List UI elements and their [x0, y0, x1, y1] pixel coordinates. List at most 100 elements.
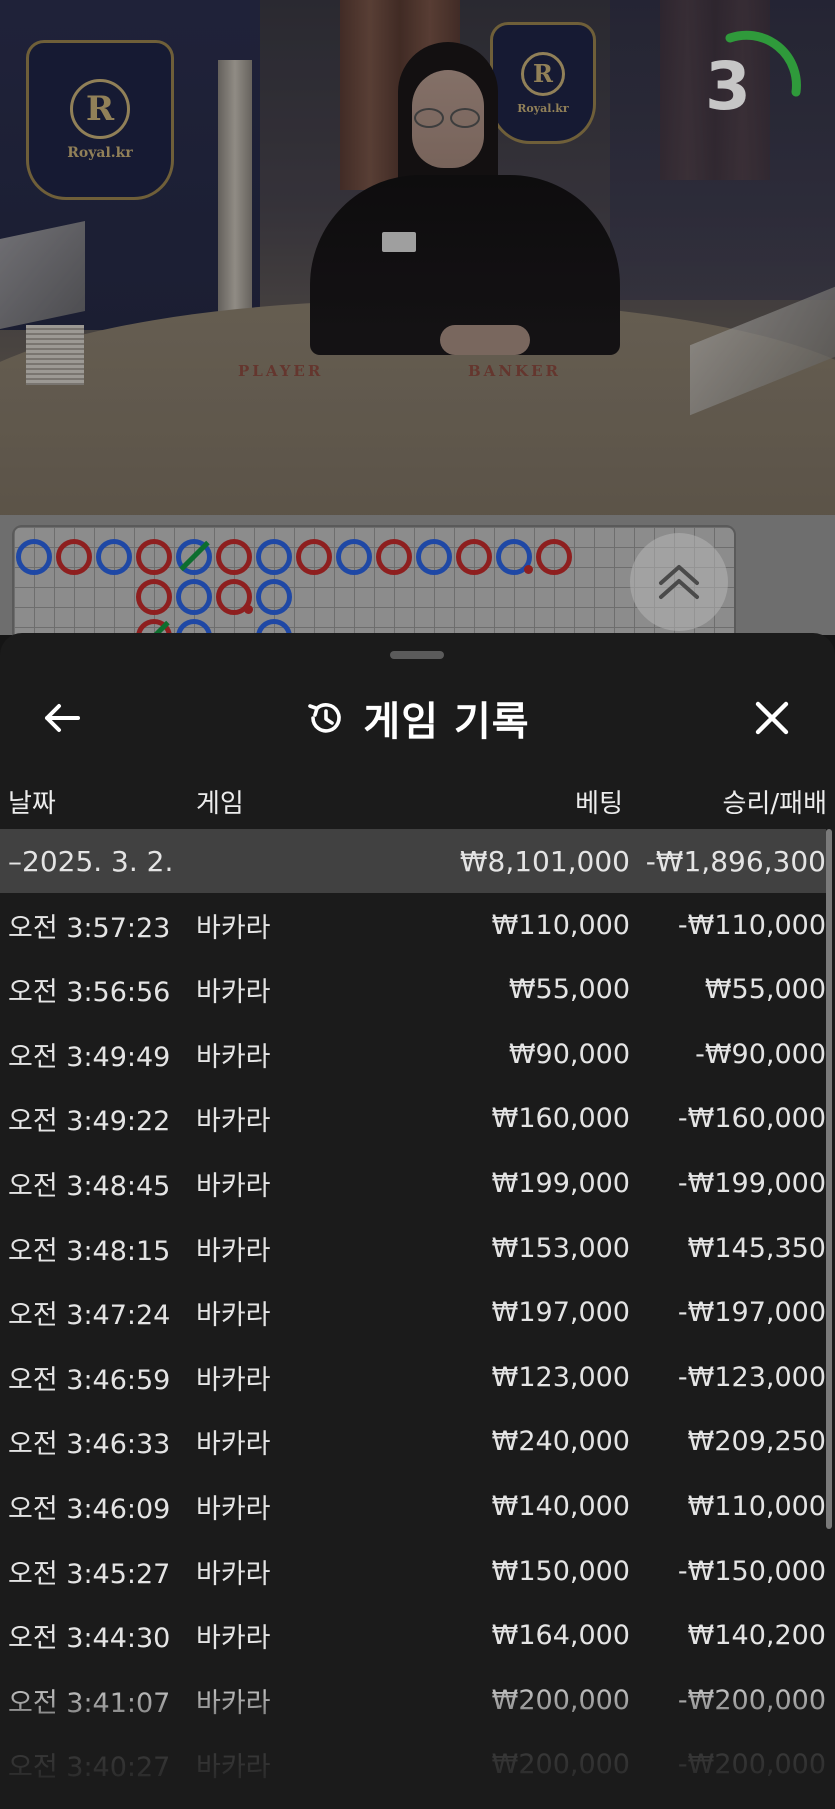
table-row[interactable]: 오전 3:46:33 바카라 ₩240,000 ₩209,250: [0, 1410, 826, 1474]
bead-banker: [136, 579, 172, 615]
table-row[interactable]: 오전 3:57:23 바카라 ₩110,000 -₩110,000: [0, 893, 826, 957]
row-game: 바카라: [196, 1752, 271, 1784]
bead-player: [336, 539, 372, 575]
arrow-left-icon: [45, 704, 80, 732]
bead-player: [256, 539, 292, 575]
bead-player: [16, 539, 52, 575]
row-bet: ₩240,000: [491, 1426, 630, 1458]
close-button[interactable]: [740, 693, 804, 743]
row-game: 바카라: [196, 1493, 271, 1525]
bead-banker: [56, 539, 92, 575]
row-result: -₩200,000: [677, 1684, 826, 1716]
sheet-title: 게임 기록: [363, 699, 530, 745]
row-result: -₩110,000: [677, 909, 826, 941]
row-time: 오전 3:49:49: [8, 1041, 171, 1073]
row-bet: ₩199,000: [491, 1167, 630, 1199]
row-time: 오전 3:46:59: [8, 1364, 171, 1396]
table-row[interactable]: 오전 3:46:09 바카라 ₩140,000 ₩110,000: [0, 1474, 826, 1538]
row-game: 바카라: [196, 1106, 271, 1138]
row-game: 바카라: [196, 1041, 271, 1073]
countdown-number: 3: [705, 47, 751, 125]
bead-banker: [536, 539, 572, 575]
row-result: ₩110,000: [687, 1490, 826, 1522]
table-row[interactable]: 오전 3:48:45 바카라 ₩199,000 -₩199,000: [0, 1151, 826, 1215]
back-button[interactable]: [30, 693, 94, 743]
row-time: 오전 3:44:30: [8, 1623, 171, 1655]
table-row[interactable]: 오전 3:56:56 바카라 ₩55,000 ₩55,000: [0, 958, 826, 1022]
date-group-total-bet: ₩8,101,000: [459, 844, 630, 878]
row-time: 오전 3:45:27: [8, 1558, 171, 1590]
row-result: -₩197,000: [677, 1297, 826, 1329]
date-group-total-result: -₩1,896,300: [645, 844, 826, 878]
row-result: -₩150,000: [677, 1555, 826, 1587]
row-result: -₩200,000: [677, 1749, 826, 1781]
bet-countdown-timer: 3: [690, 30, 802, 142]
table-row[interactable]: 오전 3:41:07 바카라 ₩200,000 -₩200,000: [0, 1668, 826, 1732]
row-game: 바카라: [196, 1623, 271, 1655]
row-result: -₩160,000: [677, 1103, 826, 1135]
row-result: -₩199,000: [677, 1167, 826, 1199]
sheet-title-group: 게임 기록: [0, 673, 835, 763]
column-result: 승리/패배: [722, 789, 827, 819]
chevron-double-up-icon: [659, 565, 699, 599]
bead-player: [176, 579, 212, 615]
table-row[interactable]: 오전 3:47:24 바카라 ₩197,000 -₩197,000: [0, 1281, 826, 1345]
row-time: 오전 3:49:22: [8, 1106, 171, 1138]
row-time: 오전 3:47:24: [8, 1300, 171, 1332]
row-bet: ₩123,000: [491, 1361, 630, 1393]
row-game: 바카라: [196, 1235, 271, 1267]
table-row[interactable]: 오전 3:48:15 바카라 ₩153,000 ₩145,350: [0, 1216, 826, 1280]
row-result: ₩145,350: [687, 1232, 826, 1264]
row-time: 오전 3:48:45: [8, 1170, 171, 1202]
row-game: 바카라: [196, 1364, 271, 1396]
expand-roadmap-button[interactable]: [630, 533, 728, 631]
bead-banker: [456, 539, 492, 575]
row-time: 오전 3:40:27: [8, 1752, 171, 1784]
row-bet: ₩197,000: [491, 1297, 630, 1329]
date-group-label: –2025. 3. 2.: [8, 844, 174, 878]
row-game: 바카라: [196, 977, 271, 1009]
table-scrollbar[interactable]: [826, 829, 832, 1529]
column-game: 게임: [196, 789, 244, 819]
row-time: 오전 3:56:56: [8, 977, 171, 1009]
row-time: 오전 3:46:09: [8, 1493, 171, 1525]
row-time: 오전 3:48:15: [8, 1235, 171, 1267]
row-bet: ₩164,000: [491, 1620, 630, 1652]
table-row[interactable]: 오전 3:49:49 바카라 ₩90,000 -₩90,000: [0, 1022, 826, 1086]
table-row[interactable]: 오전 3:40:27 바카라 ₩200,000 -₩200,000: [0, 1733, 826, 1797]
row-bet: ₩153,000: [491, 1232, 630, 1264]
sheet-drag-handle[interactable]: [390, 651, 444, 659]
row-bet: ₩150,000: [491, 1555, 630, 1587]
bead-road-grid[interactable]: [12, 525, 736, 645]
sheet-header: 게임 기록: [0, 673, 835, 763]
row-time: 오전 3:57:23: [8, 912, 171, 944]
table-row[interactable]: 오전 3:45:27 바카라 ₩150,000 -₩150,000: [0, 1539, 826, 1603]
bead-player: [416, 539, 452, 575]
row-bet: ₩110,000: [491, 909, 630, 941]
close-icon: [755, 701, 789, 735]
date-group-row[interactable]: –2025. 3. 2. ₩8,101,000 -₩1,896,300: [0, 829, 826, 893]
bead-banker: [216, 539, 252, 575]
table-row[interactable]: 오전 3:49:22 바카라 ₩160,000 -₩160,000: [0, 1087, 826, 1151]
row-result: -₩123,000: [677, 1361, 826, 1393]
row-result: -₩90,000: [695, 1038, 826, 1070]
bead-banker: [296, 539, 332, 575]
table-row[interactable]: 오전 3:44:30 바카라 ₩164,000 ₩140,200: [0, 1604, 826, 1668]
row-bet: ₩200,000: [491, 1749, 630, 1781]
table-column-header: 날짜 게임 베팅 승리/패배: [0, 773, 835, 825]
row-result: ₩209,250: [687, 1426, 826, 1458]
row-bet: ₩200,000: [491, 1684, 630, 1716]
row-bet: ₩90,000: [508, 1038, 630, 1070]
live-video-feed: R Royal.kr R Royal.kr PLAYER BANKER 3: [0, 0, 835, 515]
row-time: 오전 3:46:33: [8, 1429, 171, 1461]
row-time: 오전 3:41:07: [8, 1687, 171, 1719]
column-bet: 베팅: [575, 789, 623, 819]
bead-player: [96, 539, 132, 575]
row-game: 바카라: [196, 1429, 271, 1461]
bead-banker: [136, 539, 172, 575]
game-history-sheet: 게임 기록 날짜 게임 베팅 승리/패배 –2025. 3. 2. ₩8,101…: [0, 633, 835, 1809]
table-row[interactable]: 오전 3:46:59 바카라 ₩123,000 -₩123,000: [0, 1345, 826, 1409]
history-clock-icon: [308, 703, 342, 733]
row-game: 바카라: [196, 912, 271, 944]
row-result: ₩140,200: [687, 1620, 826, 1652]
